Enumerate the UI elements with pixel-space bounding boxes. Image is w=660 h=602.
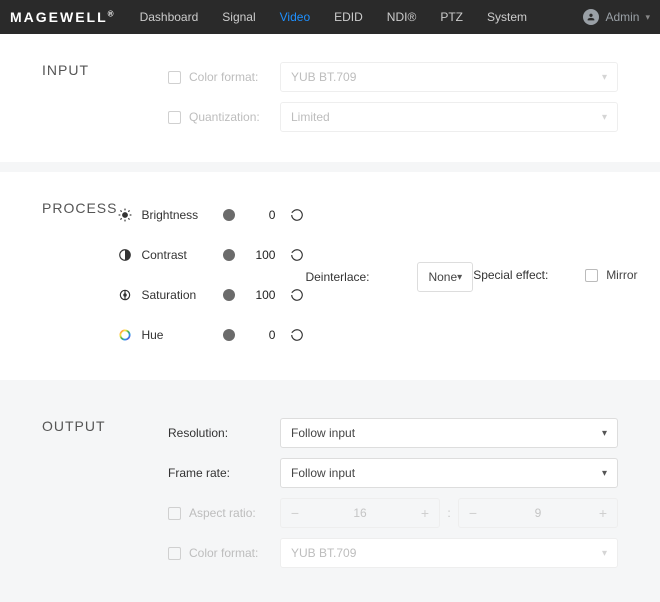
label-input-color-format: Color format:: [189, 70, 258, 84]
user-menu[interactable]: Admin ▾: [583, 9, 650, 25]
tab-video[interactable]: Video: [280, 10, 310, 24]
aspect-height-value: 9: [487, 506, 589, 520]
section-title-input: INPUT: [42, 62, 168, 132]
value-contrast: 100: [243, 248, 275, 262]
checkbox-input-color-format[interactable]: [168, 71, 181, 84]
plus-icon[interactable]: +: [411, 505, 439, 521]
value-saturation: 100: [243, 288, 275, 302]
select-value: Follow input: [291, 426, 355, 440]
label-contrast: Contrast: [141, 248, 186, 262]
main-nav: Dashboard Signal Video EDID NDI® PTZ Sys…: [140, 10, 584, 24]
brand-logo: MAGEWELL®: [10, 9, 116, 25]
avatar-icon: [583, 9, 599, 25]
checkbox-input-quantization[interactable]: [168, 111, 181, 124]
label-framerate: Frame rate:: [168, 466, 230, 480]
topbar: MAGEWELL® Dashboard Signal Video EDID ND…: [0, 0, 660, 34]
chevron-down-icon: ▾: [602, 428, 607, 439]
reset-brightness[interactable]: [289, 207, 305, 223]
value-brightness: 0: [243, 208, 275, 222]
section-title-process: PROCESS: [42, 200, 117, 350]
section-output: OUTPUT Resolution: Follow input ▾ Frame …: [0, 380, 660, 598]
label-special-effect: Special effect:: [473, 268, 548, 282]
section-input: INPUT Color format: YUB BT.709 ▾ Quantiz…: [0, 34, 660, 162]
select-resolution[interactable]: Follow input ▾: [280, 418, 618, 448]
chevron-down-icon: ▾: [602, 468, 607, 479]
select-value: Limited: [291, 110, 330, 124]
stepper-aspect-height[interactable]: − 9 +: [458, 498, 618, 528]
label-brightness: Brightness: [141, 208, 198, 222]
brightness-icon: [117, 207, 133, 223]
select-input-color-format[interactable]: YUB BT.709 ▾: [280, 62, 618, 92]
saturation-icon: [117, 287, 133, 303]
select-value: YUB BT.709: [291, 546, 356, 560]
reset-saturation[interactable]: [289, 287, 305, 303]
select-framerate[interactable]: Follow input ▾: [280, 458, 618, 488]
aspect-width-value: 16: [309, 506, 411, 520]
tab-ptz[interactable]: PTZ: [440, 10, 463, 24]
select-value: YUB BT.709: [291, 70, 356, 84]
chevron-down-icon: ▾: [602, 72, 607, 83]
label-aspect-ratio: Aspect ratio:: [189, 506, 256, 520]
tab-system[interactable]: System: [487, 10, 527, 24]
label-output-color-format: Color format:: [189, 546, 258, 560]
select-deinterlace[interactable]: None ▾: [417, 262, 473, 292]
label-resolution: Resolution:: [168, 426, 228, 440]
contrast-icon: [117, 247, 133, 263]
minus-icon[interactable]: −: [281, 505, 309, 521]
label-input-quantization: Quantization:: [189, 110, 260, 124]
select-value: Follow input: [291, 466, 355, 480]
tab-signal[interactable]: Signal: [222, 10, 255, 24]
label-deinterlace: Deinterlace:: [305, 270, 369, 284]
select-value: None: [428, 270, 457, 284]
checkbox-mirror[interactable]: [585, 269, 598, 282]
checkbox-aspect-ratio[interactable]: [168, 507, 181, 520]
select-input-quantization[interactable]: Limited ▾: [280, 102, 618, 132]
tab-ndi[interactable]: NDI®: [387, 10, 417, 24]
select-output-color-format[interactable]: YUB BT.709 ▾: [280, 538, 618, 568]
user-name: Admin: [605, 10, 639, 24]
hue-icon: [117, 327, 133, 343]
minus-icon[interactable]: −: [459, 505, 487, 521]
stepper-aspect-width[interactable]: − 16 +: [280, 498, 440, 528]
tab-edid[interactable]: EDID: [334, 10, 363, 24]
reset-hue[interactable]: [289, 327, 305, 343]
chevron-down-icon: ▾: [602, 548, 607, 559]
value-hue: 0: [243, 328, 275, 342]
page: INPUT Color format: YUB BT.709 ▾ Quantiz…: [0, 34, 660, 380]
label-hue: Hue: [141, 328, 163, 342]
label-saturation: Saturation: [141, 288, 196, 302]
tab-dashboard[interactable]: Dashboard: [140, 10, 199, 24]
section-title-output: OUTPUT: [42, 418, 168, 568]
chevron-down-icon: ▾: [645, 12, 650, 23]
section-process: PROCESS Brightness 0: [0, 162, 660, 380]
aspect-colon: :: [440, 506, 458, 520]
plus-icon[interactable]: +: [589, 505, 617, 521]
checkbox-output-color-format[interactable]: [168, 547, 181, 560]
reset-contrast[interactable]: [289, 247, 305, 263]
chevron-down-icon: ▾: [457, 272, 462, 283]
label-mirror: Mirror: [606, 268, 637, 282]
chevron-down-icon: ▾: [602, 112, 607, 123]
